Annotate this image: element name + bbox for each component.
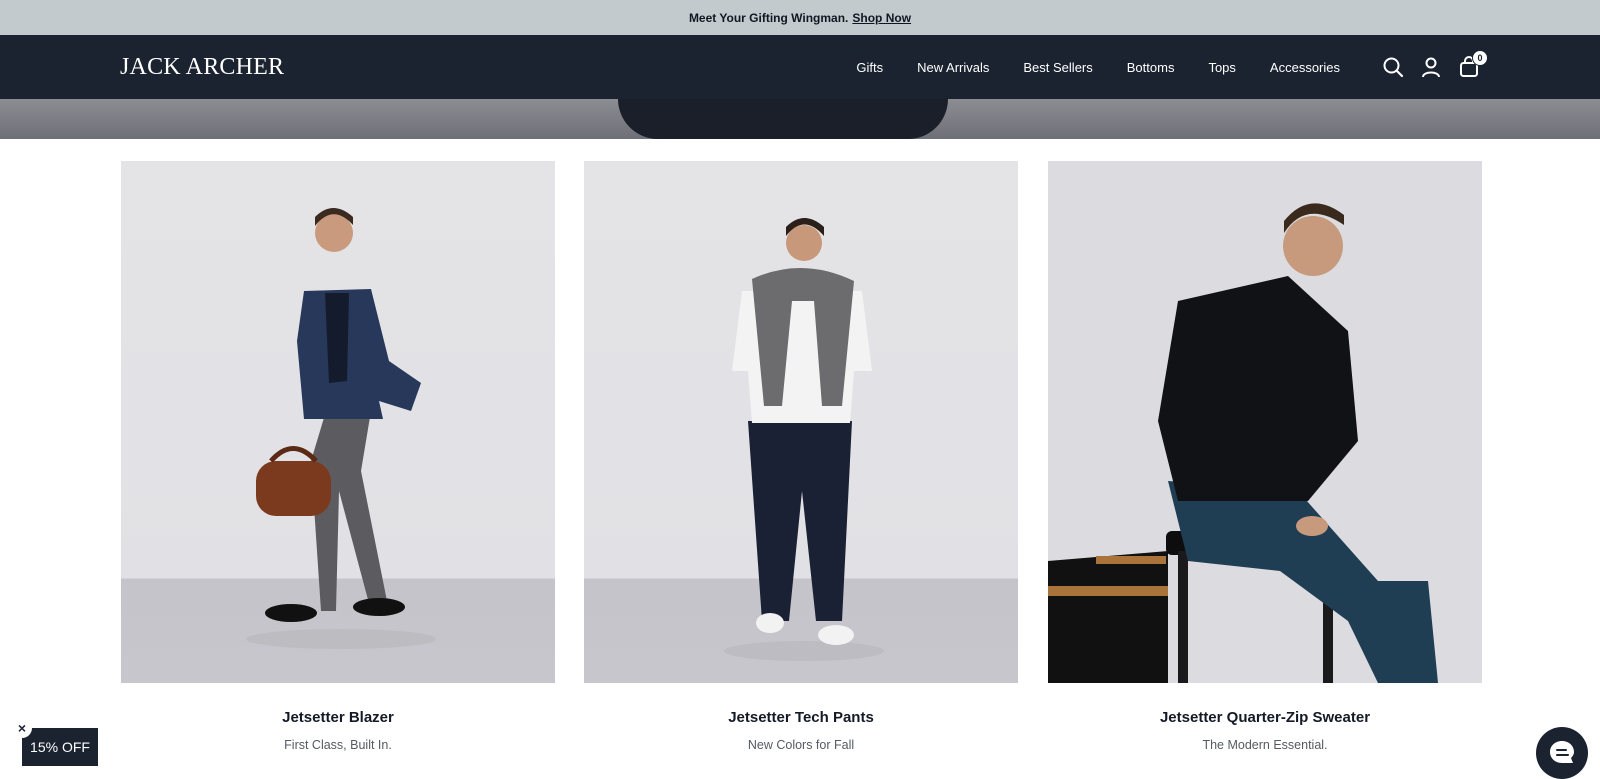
nav-tops[interactable]: Tops [1208,60,1235,75]
product-image-tech-pants[interactable] [584,161,1018,683]
chat-button[interactable] [1536,727,1588,779]
chat-icon [1550,741,1574,763]
close-icon[interactable]: × [12,718,32,738]
product-image-quarter-zip[interactable] [1048,161,1482,683]
logo[interactable]: JACK ARCHER [120,35,284,99]
product-title[interactable]: Jetsetter Tech Pants [584,709,1018,726]
product-card-tech-pants[interactable]: Jetsetter Tech Pants New Colors for Fall [584,161,1018,752]
main-nav: JACK ARCHER Gifts New Arrivals Best Sell… [0,35,1600,99]
product-subtitle: First Class, Built In. [284,738,392,752]
hero-banner-bottom [0,99,1600,139]
discount-promo: 15% OFF × [12,718,98,766]
shop-now-link[interactable]: Shop Now [852,11,911,25]
search-icon[interactable] [1382,56,1404,78]
nav-gifts[interactable]: Gifts [856,60,883,75]
cart-count-badge: 0 [1472,50,1488,66]
product-image-blazer[interactable] [121,161,555,683]
product-subtitle: The Modern Essential. [1202,738,1328,752]
nav-bottoms[interactable]: Bottoms [1127,60,1175,75]
product-card-blazer[interactable]: Jetsetter Blazer First Class, Built In. [121,161,555,752]
account-icon[interactable] [1420,56,1442,78]
nav-menu: Gifts New Arrivals Best Sellers Bottoms … [856,35,1340,99]
product-subtitle: New Colors for Fall [747,738,855,752]
cart-icon[interactable]: 0 [1458,50,1488,78]
announcement-text: Meet Your Gifting Wingman. [688,10,849,25]
nav-new-arrivals[interactable]: New Arrivals [917,60,989,75]
announcement-bar: Meet Your Gifting Wingman. Shop Now [0,0,1600,35]
product-title[interactable]: Jetsetter Quarter-Zip Sweater [1048,709,1482,726]
product-card-quarter-zip[interactable]: Jetsetter Quarter-Zip Sweater The Modern… [1048,161,1482,752]
product-title[interactable]: Jetsetter Blazer [121,709,555,726]
nav-accessories[interactable]: Accessories [1270,60,1340,75]
nav-icons: 0 [1382,35,1488,99]
nav-best-sellers[interactable]: Best Sellers [1023,60,1092,75]
discount-button[interactable]: 15% OFF [22,728,98,766]
hero-image-figure [618,99,948,139]
